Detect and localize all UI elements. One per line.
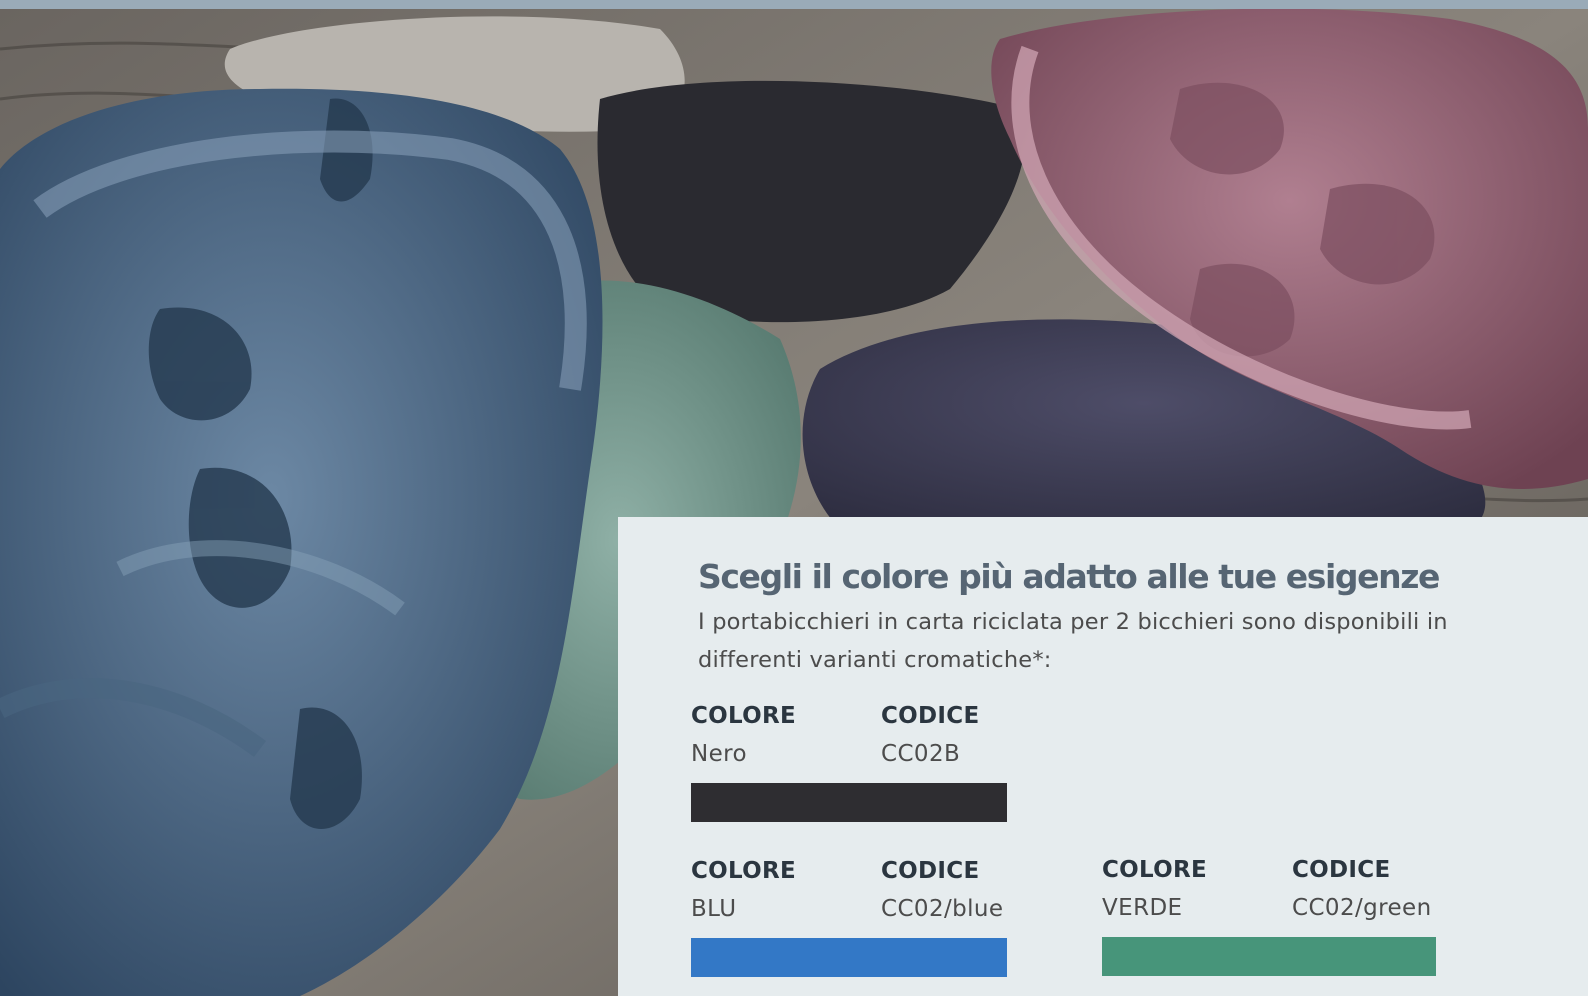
product-code: CC02B [881, 741, 961, 767]
color-swatch-bar [691, 783, 1007, 822]
panel-intro: I portabicchieri in carta riciclata per … [698, 609, 1448, 673]
color-label: COLORE [691, 858, 797, 884]
color-swatch-bar [1102, 937, 1436, 976]
color-name: Nero [691, 741, 747, 767]
color-label: COLORE [1102, 857, 1208, 883]
color-options-panel: Scegli il colore più adatto alle tue esi… [618, 517, 1588, 996]
code-label: CODICE [881, 703, 980, 729]
color-name: BLU [691, 896, 737, 922]
panel-title: Scegli il colore più adatto alle tue esi… [698, 557, 1440, 596]
color-swatch-bar [691, 938, 1007, 977]
color-label: COLORE [691, 703, 797, 729]
code-label: CODICE [881, 858, 980, 884]
top-band [0, 0, 1588, 9]
product-code: CC02/green [1292, 895, 1432, 921]
product-code: CC02/blue [881, 896, 1004, 922]
code-label: CODICE [1292, 857, 1391, 883]
color-name: VERDE [1102, 895, 1183, 921]
